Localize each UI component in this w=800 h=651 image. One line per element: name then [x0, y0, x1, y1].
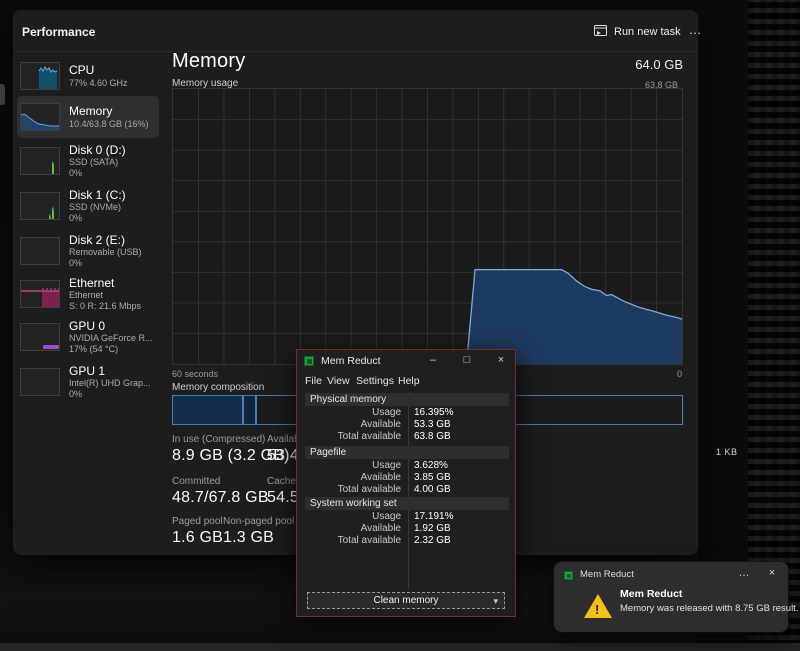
task-manager-header: Performance Run new task …	[13, 10, 698, 52]
committed-value: 48.7/67.8 GB	[172, 489, 269, 507]
run-new-task-label: Run new task	[614, 26, 681, 38]
row-label: Usage	[305, 460, 401, 471]
available-value: 53.4	[267, 447, 299, 465]
mem-reduct-titlebar[interactable]: Mem Reduct	[297, 350, 515, 372]
row-value: 16.395%	[414, 407, 453, 418]
row-value: 3.628%	[414, 460, 448, 471]
sidebar-item-label: Disk 2 (E:)	[69, 233, 142, 247]
sidebar-item-label: Disk 1 (C:)	[69, 188, 126, 202]
sidebar-item-label: GPU 0	[69, 319, 153, 333]
paged-pool-value: 1.6 GB	[172, 529, 223, 547]
desktop: 1 KB Performance Run new task … CPU77% 4…	[0, 0, 800, 651]
sidebar-item-ethernet[interactable]: EthernetEthernetS: 0 R: 21.6 Mbps	[17, 273, 159, 315]
row-label: Available	[305, 472, 401, 483]
toast-app-name: Mem Reduct	[580, 569, 634, 580]
row-label: Total available	[305, 535, 401, 546]
row-value: 53.3 GB	[414, 419, 451, 430]
sidebar-item-disk2[interactable]: Disk 2 (E:)Removable (USB)0%	[17, 230, 159, 272]
row-label: Usage	[305, 511, 401, 522]
close-button[interactable]: ×	[493, 353, 509, 369]
desktop-background-strip	[698, 0, 748, 651]
clean-memory-dropdown-icon[interactable]: ▾	[493, 594, 498, 609]
row-label: Available	[305, 419, 401, 430]
sidebar-item-label: CPU	[69, 63, 128, 77]
row-label: Available	[305, 523, 401, 534]
menu-settings[interactable]: Settings	[356, 375, 394, 387]
toast-close-button[interactable]: ×	[762, 566, 782, 582]
row-label: Usage	[305, 407, 401, 418]
taskbar-edge	[0, 643, 800, 651]
mem-reduct-window: Mem Reduct – □ × File View Settings Help…	[296, 349, 516, 617]
committed-label: Committed	[172, 476, 220, 487]
sidebar-item-cpu[interactable]: CPU77% 4.60 GHz	[17, 55, 159, 97]
minimize-button[interactable]: –	[425, 353, 441, 369]
menu-view[interactable]: View	[327, 375, 350, 387]
desktop-background-noise	[748, 0, 800, 651]
sidebar-item-memory[interactable]: Memory10.4/63.8 GB (16%)	[17, 96, 159, 138]
warning-exclamation: !	[595, 602, 599, 617]
clean-memory-label: Clean memory	[373, 595, 438, 606]
disk2-graph-thumbnail	[20, 237, 60, 265]
sidebar-item-disk1[interactable]: Disk 1 (C:)SSD (NVMe)0%	[17, 185, 159, 227]
section-physical-memory: Physical memory	[305, 393, 509, 406]
memory-composition-label: Memory composition	[172, 382, 264, 393]
mem-reduct-menubar: File View Settings Help	[297, 372, 515, 392]
composition-modified-segment	[244, 396, 257, 424]
memory-total-capacity: 64.0 GB	[635, 57, 683, 72]
row-value: 4.00 GB	[414, 484, 451, 495]
notification-toast[interactable]: Mem Reduct … × ! Mem Reduct Memory was r…	[554, 562, 788, 632]
mem-reduct-title: Mem Reduct	[321, 355, 381, 367]
column-divider	[408, 392, 409, 588]
nonpaged-pool-label: Non-paged pool	[223, 516, 294, 527]
disk0-graph-thumbnail	[20, 147, 60, 175]
clean-memory-button[interactable]: Clean memory ▾	[307, 592, 505, 609]
composition-in-use-segment	[173, 396, 244, 424]
sidebar-item-gpu0[interactable]: GPU 0NVIDIA GeForce R...17% (54 °C)	[17, 316, 159, 358]
sidebar-item-gpu1[interactable]: GPU 1Intel(R) UHD Grap...0%	[17, 361, 159, 403]
sidebar-item-label: Disk 0 (D:)	[69, 143, 126, 157]
sidebar-item-label: Ethernet	[69, 276, 141, 290]
more-options-button[interactable]: …	[683, 20, 707, 43]
sidebar-item-label: Memory	[69, 104, 149, 118]
memory-usage-chart	[172, 88, 683, 365]
section-system-working-set: System working set	[305, 497, 509, 510]
cpu-graph-thumbnail	[20, 62, 60, 90]
in-use-label: In use (Compressed)	[172, 434, 265, 445]
menu-help[interactable]: Help	[398, 375, 420, 387]
memory-graph-thumbnail	[20, 103, 60, 131]
toast-more-button[interactable]: …	[734, 566, 754, 582]
row-value: 1.92 GB	[414, 523, 451, 534]
left-edge-handle	[0, 84, 5, 105]
run-new-task-button[interactable]: Run new task	[586, 20, 689, 43]
gpu1-graph-thumbnail	[20, 368, 60, 396]
row-value: 17.191%	[414, 511, 453, 522]
toast-title: Mem Reduct	[620, 588, 682, 600]
disk1-graph-thumbnail	[20, 192, 60, 220]
toast-message: Memory was released with 8.75 GB result.	[620, 603, 798, 614]
sidebar-item-disk0[interactable]: Disk 0 (D:)SSD (SATA)0%	[17, 140, 159, 182]
paged-pool-label: Paged pool	[172, 516, 223, 527]
run-new-task-icon	[594, 25, 607, 39]
time-axis-right-label: 0	[677, 369, 682, 379]
toast-app-icon	[564, 571, 573, 580]
menu-file[interactable]: File	[305, 375, 322, 387]
page-title: Performance	[22, 25, 95, 39]
row-value: 63.8 GB	[414, 431, 451, 442]
time-axis-left-label: 60 seconds	[172, 369, 218, 379]
row-value: 3.85 GB	[414, 472, 451, 483]
section-pagefile: Pagefile	[305, 446, 509, 459]
memory-heading: Memory	[172, 50, 245, 73]
row-label: Total available	[305, 484, 401, 495]
sidebar-item-label: GPU 1	[69, 364, 151, 378]
nonpaged-pool-value: 1.3 GB	[223, 529, 274, 547]
row-value: 2.32 GB	[414, 535, 451, 546]
row-label: Total available	[305, 431, 401, 442]
mem-reduct-app-icon	[304, 356, 314, 366]
gpu0-graph-thumbnail	[20, 323, 60, 351]
maximize-button[interactable]: □	[459, 353, 475, 369]
ethernet-graph-thumbnail	[20, 280, 60, 308]
desktop-file-size-label: 1 KB	[716, 447, 738, 457]
